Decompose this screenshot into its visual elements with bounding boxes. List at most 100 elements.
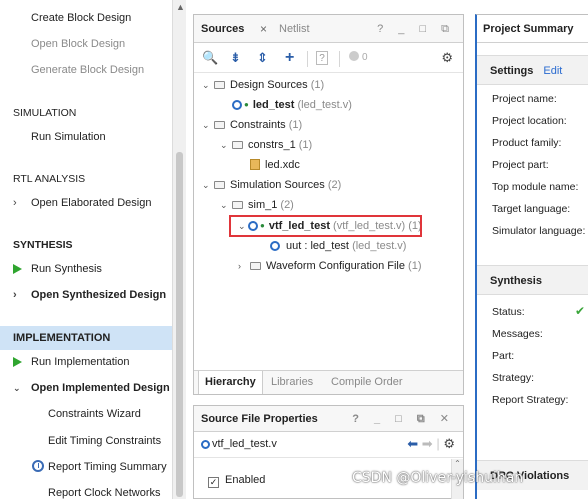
status-toggle[interactable]: 0 bbox=[349, 49, 368, 67]
window-controls[interactable]: ? _ □ ⧉ bbox=[377, 15, 455, 43]
collapse-all-icon[interactable]: ⇟ bbox=[230, 49, 241, 67]
chevron-down-icon[interactable]: ⌄ bbox=[202, 115, 212, 135]
part-label: Part: bbox=[492, 350, 515, 362]
tree-node-constraints[interactable]: ⌄ Constraints (1) bbox=[202, 115, 302, 135]
close-tab-icon[interactable]: × bbox=[260, 15, 267, 43]
chevron-down-icon[interactable]: ⌄ bbox=[220, 135, 230, 155]
sfp-file-row: vtf_led_test.v ⬅ ➡ | ⚙ bbox=[194, 432, 463, 458]
scroll-up-icon[interactable]: ⌃ bbox=[454, 459, 461, 468]
open-synthesized-design-item[interactable]: › Open Synthesized Design bbox=[0, 283, 172, 307]
window-controls[interactable]: ? _ □ ⧉ ✕ bbox=[352, 406, 455, 432]
edit-timing-constraints-item[interactable]: Edit Timing Constraints bbox=[0, 429, 172, 453]
tree-node-sim-1[interactable]: ⌄ sim_1 (2) bbox=[220, 195, 294, 215]
module-icon bbox=[270, 241, 280, 251]
sfp-header: Source File Properties ? _ □ ⧉ ✕ bbox=[194, 406, 463, 432]
open-implemented-design-label: Open Implemented Design bbox=[31, 382, 170, 394]
enabled-label: Enabled bbox=[225, 474, 266, 486]
tab-libraries[interactable]: Libraries bbox=[271, 371, 313, 394]
open-synthesized-design-label: Open Synthesized Design bbox=[31, 289, 167, 301]
run-synthesis-item[interactable]: Run Synthesis bbox=[0, 257, 172, 281]
sfp-nav: ⬅ ➡ | ⚙ bbox=[407, 436, 455, 451]
tab-hierarchy[interactable]: Hierarchy bbox=[198, 371, 263, 394]
chevron-down-icon[interactable]: ⌄ bbox=[202, 175, 212, 195]
tree-node-design-sources[interactable]: ⌄ Design Sources (1) bbox=[202, 75, 324, 95]
constraints-count: (1) bbox=[288, 119, 303, 131]
settings-label: Settings bbox=[490, 65, 534, 77]
gear-icon[interactable]: ⚙ bbox=[441, 49, 453, 67]
constrs-1-count: (1) bbox=[298, 139, 313, 151]
document-icon[interactable]: ? bbox=[316, 51, 328, 65]
edit-timing-constraints-label: Edit Timing Constraints bbox=[48, 435, 162, 447]
xdc-file-icon bbox=[250, 159, 260, 170]
sfp-title: Source File Properties bbox=[201, 413, 318, 425]
chevron-down-icon[interactable]: ⌄ bbox=[202, 75, 212, 95]
highlight-annotation-box bbox=[229, 215, 422, 237]
run-implementation-label: Run Implementation bbox=[31, 356, 130, 368]
report-clock-networks-item[interactable]: Report Clock Networks bbox=[0, 481, 172, 499]
run-simulation-item[interactable]: Run Simulation bbox=[0, 125, 172, 149]
add-sources-icon[interactable]: + bbox=[285, 49, 294, 67]
tree-node-led-xdc[interactable]: led.xdc bbox=[250, 155, 300, 175]
waveform-config-label: Waveform Configuration File bbox=[266, 260, 405, 272]
chevron-right-icon[interactable]: › bbox=[238, 256, 248, 276]
flow-navigator: Create Block Design Open Block Design Ge… bbox=[0, 0, 186, 499]
tree-node-simulation-sources[interactable]: ⌄ Simulation Sources (2) bbox=[202, 175, 341, 195]
chevron-down-icon[interactable]: ⌄ bbox=[13, 376, 21, 400]
run-implementation-item[interactable]: Run Implementation bbox=[0, 350, 172, 374]
generate-block-design-label: Generate Block Design bbox=[31, 64, 145, 76]
flow-scrollbar[interactable]: ▲ bbox=[172, 0, 186, 499]
tree-node-uut[interactable]: uut : led_test (led_test.v) bbox=[270, 236, 406, 256]
uut-file: (led_test.v) bbox=[352, 240, 407, 252]
report-timing-summary-item[interactable]: Report Timing Summary bbox=[0, 455, 172, 479]
report-clock-networks-label: Report Clock Networks bbox=[48, 487, 161, 499]
rtl-analysis-section[interactable]: RTL ANALYSIS bbox=[0, 167, 172, 191]
toolbar-divider bbox=[339, 51, 340, 67]
play-icon bbox=[13, 357, 22, 367]
constrs-1-label: constrs_1 bbox=[248, 139, 296, 151]
sources-panel: Sources × Netlist ? _ □ ⧉ 🔍 ⇟ ⇕ + ? 0 ⚙ … bbox=[193, 14, 464, 395]
simulation-section[interactable]: SIMULATION bbox=[0, 101, 172, 125]
simulator-language-label: Simulator language: bbox=[492, 225, 586, 237]
target-language-label: Target language: bbox=[492, 203, 571, 215]
folder-icon bbox=[232, 141, 243, 149]
scroll-thumb[interactable] bbox=[176, 152, 183, 497]
report-timing-summary-label: Report Timing Summary bbox=[48, 461, 167, 473]
open-block-design-item[interactable]: Open Block Design bbox=[0, 32, 172, 56]
tab-compile-order[interactable]: Compile Order bbox=[331, 371, 403, 394]
generate-block-design-item[interactable]: Generate Block Design bbox=[0, 58, 172, 82]
led-test-file: (led_test.v) bbox=[297, 99, 352, 111]
tab-netlist[interactable]: Netlist bbox=[279, 15, 310, 43]
project-summary-title[interactable]: Project Summary bbox=[477, 15, 588, 43]
open-elaborated-design-item[interactable]: › Open Elaborated Design bbox=[0, 191, 172, 215]
implementation-section[interactable]: IMPLEMENTATION bbox=[0, 326, 172, 350]
gear-icon[interactable]: ⚙ bbox=[443, 436, 455, 451]
settings-section: Settings Edit bbox=[477, 55, 588, 85]
run-synthesis-label: Run Synthesis bbox=[31, 263, 102, 275]
back-arrow-icon[interactable]: ⬅ bbox=[407, 436, 418, 451]
open-implemented-design-item[interactable]: ⌄ Open Implemented Design bbox=[0, 376, 172, 400]
forward-arrow-icon[interactable]: ➡ bbox=[422, 436, 433, 451]
create-block-design-item[interactable]: Create Block Design bbox=[0, 6, 172, 30]
constraints-label: Constraints bbox=[230, 119, 286, 131]
tree-node-led-test[interactable]: ● led_test (led_test.v) bbox=[232, 95, 352, 115]
sfp-file-label: vtf_led_test.v bbox=[212, 438, 277, 450]
create-block-design-label: Create Block Design bbox=[31, 12, 132, 24]
tree-node-waveform-config[interactable]: › Waveform Configuration File (1) bbox=[238, 256, 422, 276]
constraints-wizard-item[interactable]: Constraints Wizard bbox=[0, 402, 172, 426]
search-icon[interactable]: 🔍 bbox=[202, 49, 218, 67]
expand-all-icon[interactable]: ⇕ bbox=[257, 49, 268, 67]
edit-settings-link[interactable]: Edit bbox=[543, 65, 562, 77]
folder-icon bbox=[232, 201, 243, 209]
tree-node-constrs-1[interactable]: ⌄ constrs_1 (1) bbox=[220, 135, 312, 155]
project-name-label: Project name: bbox=[492, 93, 557, 105]
enabled-checkbox[interactable]: ✓ bbox=[208, 477, 219, 488]
chevron-right-icon[interactable]: › bbox=[13, 283, 17, 307]
synthesis-section[interactable]: SYNTHESIS bbox=[0, 233, 172, 257]
chevron-right-icon[interactable]: › bbox=[13, 191, 17, 215]
module-icon bbox=[201, 440, 210, 449]
scroll-up-icon[interactable]: ▲ bbox=[176, 2, 185, 12]
tab-sources[interactable]: Sources bbox=[201, 15, 244, 43]
enabled-checkbox-row[interactable]: ✓ Enabled bbox=[208, 474, 265, 488]
chevron-down-icon[interactable]: ⌄ bbox=[220, 195, 230, 215]
project-part-label: Project part: bbox=[492, 159, 549, 171]
